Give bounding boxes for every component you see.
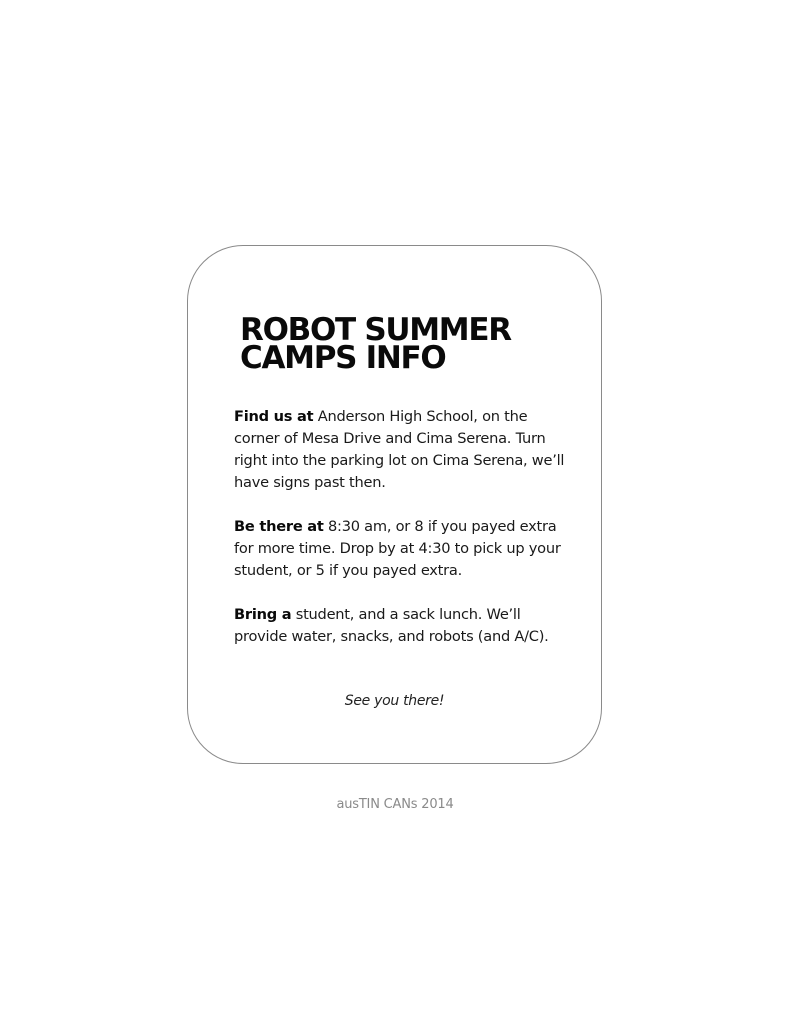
title-line-2: CAMPS INFO <box>240 340 447 376</box>
time-paragraph: Be there at 8:30 am, or 8 if you payed e… <box>234 516 574 582</box>
page-title: ROBOT SUMMER CAMPS INFO <box>240 315 512 376</box>
signoff-text: See you there! <box>344 693 445 709</box>
location-paragraph: Find us at Anderson High School, on the … <box>234 406 574 494</box>
bring-paragraph: Bring a student, and a sack lunch. We’ll… <box>234 604 574 648</box>
info-card: ROBOT SUMMER CAMPS INFO Find us at Ander… <box>187 245 602 764</box>
location-label: Find us at <box>234 408 314 425</box>
footer-credit: ausTIN CANs 2014 <box>336 797 454 812</box>
bring-label: Bring a <box>234 606 292 623</box>
info-body: Find us at Anderson High School, on the … <box>234 406 574 670</box>
time-label: Be there at <box>234 518 324 535</box>
